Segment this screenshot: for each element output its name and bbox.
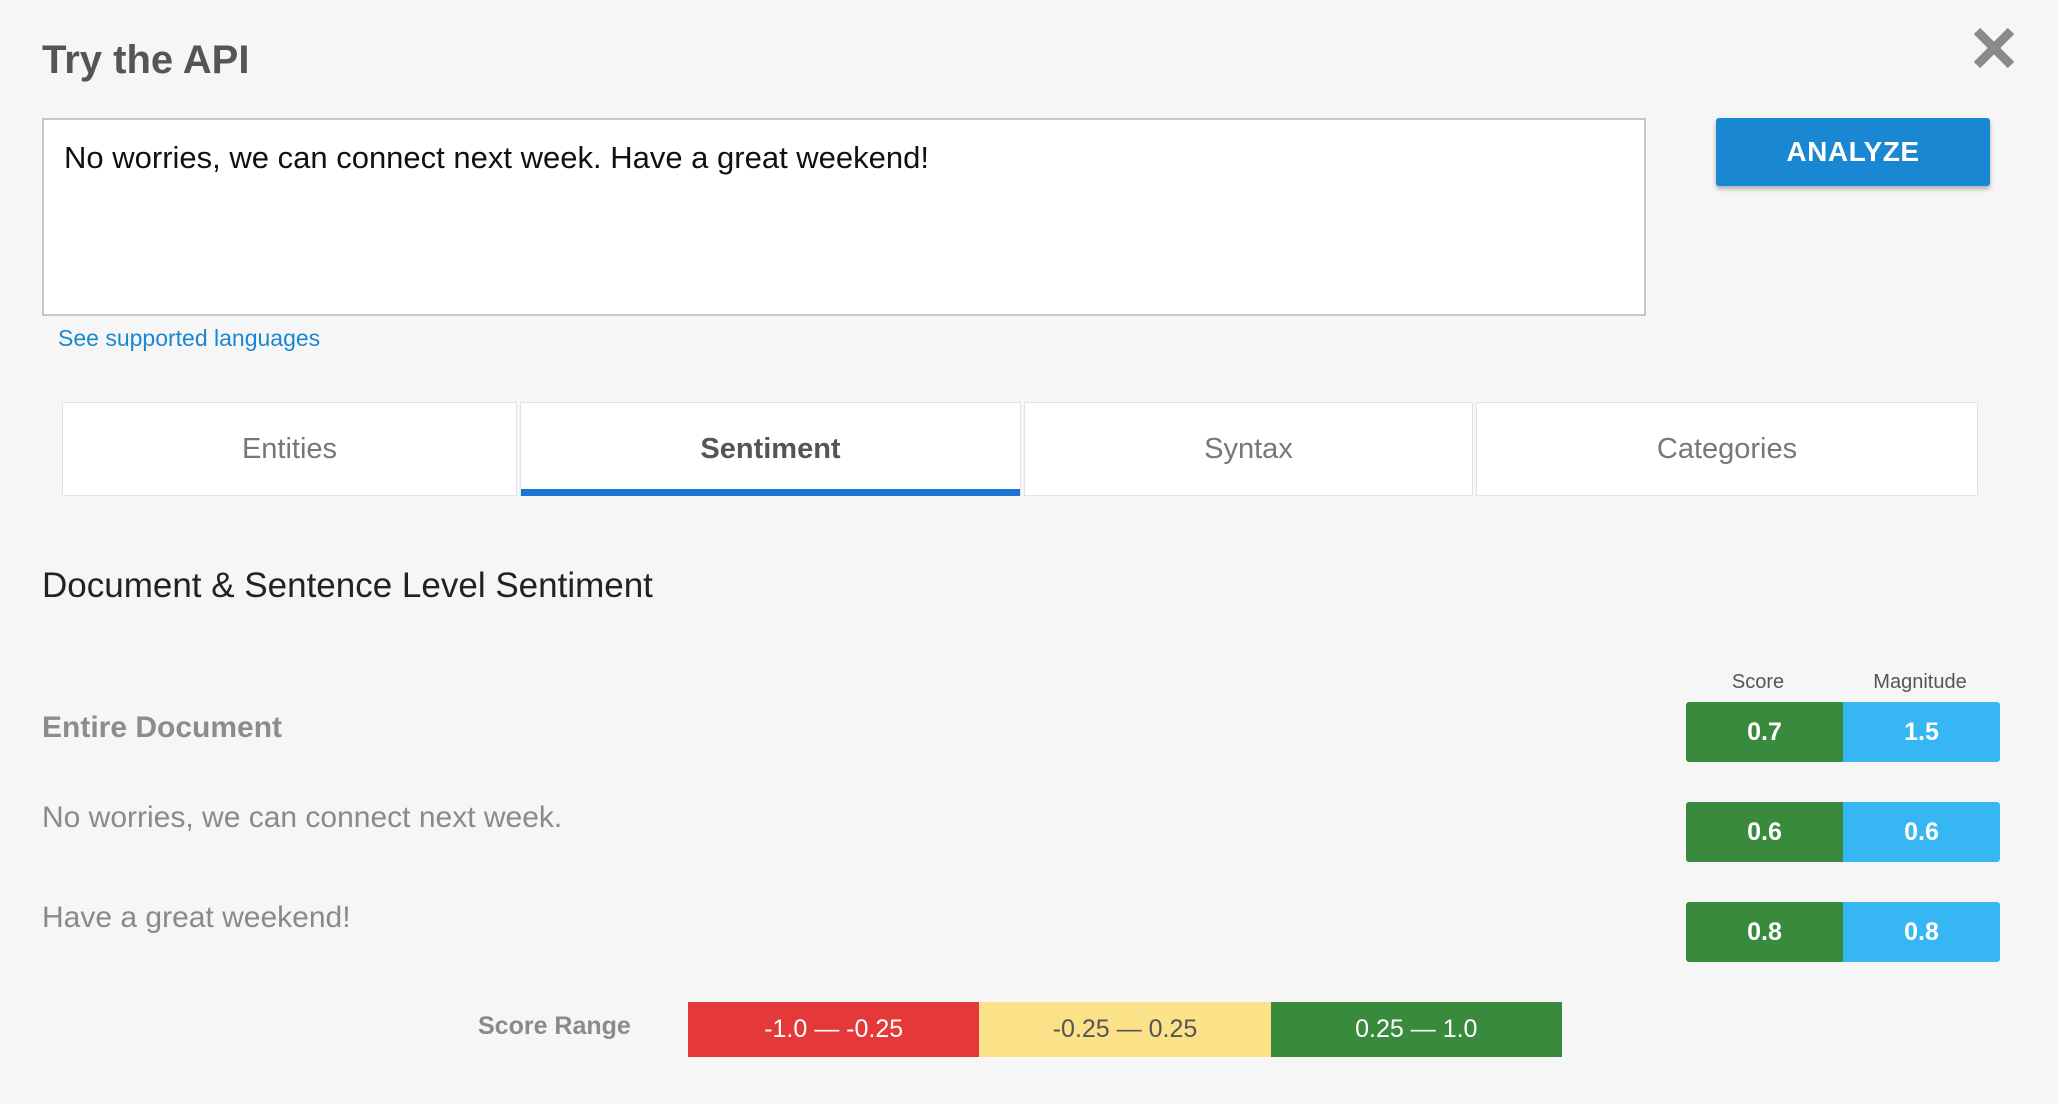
document-row-label: Entire Document xyxy=(42,711,283,744)
range-positive: 0.25 — 1.0 xyxy=(1270,1002,1562,1057)
tab-categories[interactable]: Categories xyxy=(1476,402,1978,496)
page-title: Try the API xyxy=(42,38,250,82)
close-icon xyxy=(1973,27,2015,69)
analysis-tabs: Entities Sentiment Syntax Categories xyxy=(62,402,1978,496)
magnitude-column-header: Magnitude xyxy=(1873,671,1967,693)
sentence-score: 0.8 xyxy=(1686,902,1843,962)
supported-languages-link[interactable]: See supported languages xyxy=(58,325,320,352)
sentence-text: Have a great weekend! xyxy=(42,901,351,934)
score-range-bar: -1.0 — -0.25 -0.25 — 0.25 0.25 — 1.0 xyxy=(688,1002,1562,1057)
sentence-text: No worries, we can connect next week. xyxy=(42,801,563,834)
sentence-magnitude: 0.6 xyxy=(1843,802,2000,862)
sentence-magnitude: 0.8 xyxy=(1843,902,2000,962)
sentence-score: 0.6 xyxy=(1686,802,1843,862)
section-title: Document & Sentence Level Sentiment xyxy=(42,566,653,605)
text-input[interactable] xyxy=(42,118,1646,316)
score-range-label: Score Range xyxy=(478,1012,631,1040)
analyze-button[interactable]: ANALYZE xyxy=(1716,118,1990,186)
close-button[interactable] xyxy=(1966,20,2022,76)
document-magnitude: 1.5 xyxy=(1843,702,2000,762)
tab-syntax[interactable]: Syntax xyxy=(1024,402,1473,496)
range-neutral: -0.25 — 0.25 xyxy=(979,1002,1271,1057)
tab-entities[interactable]: Entities xyxy=(62,402,517,496)
score-column-header: Score xyxy=(1731,671,1785,693)
range-negative: -1.0 — -0.25 xyxy=(688,1002,980,1057)
document-score: 0.7 xyxy=(1686,702,1843,762)
tab-sentiment[interactable]: Sentiment xyxy=(520,402,1021,496)
